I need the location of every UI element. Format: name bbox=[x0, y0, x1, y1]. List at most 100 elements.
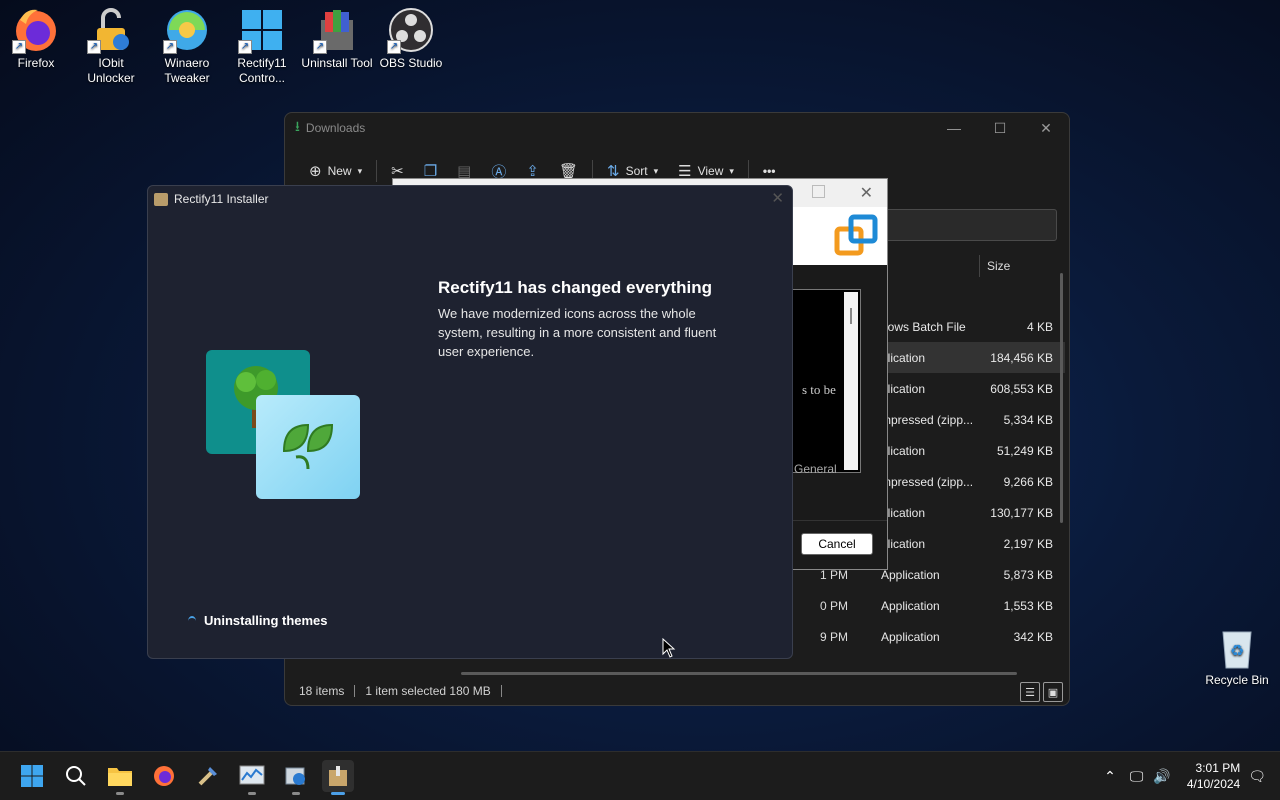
taskbar: ⌃ 🖵 🔊 3:01 PM 4/10/2024 🗨 bbox=[0, 751, 1280, 800]
network-icon[interactable]: 🖵 bbox=[1130, 768, 1144, 785]
file-type: dows Batch File bbox=[881, 320, 966, 334]
file-date: 0 PM bbox=[820, 599, 849, 613]
installer-window[interactable]: Rectify11 Installer ✕ Rectify11 has chan… bbox=[147, 185, 793, 659]
file-size: 608,553 KB bbox=[990, 382, 1053, 396]
clock[interactable]: 3:01 PM 4/10/2024 bbox=[1187, 760, 1240, 792]
taskbar-resource-monitor[interactable] bbox=[236, 760, 268, 795]
file-size: 9,266 KB bbox=[1003, 475, 1053, 489]
spinner-icon bbox=[188, 615, 196, 626]
column-header: e Size bbox=[875, 253, 1055, 277]
file-type: Application bbox=[881, 599, 940, 613]
file-size: 5,873 KB bbox=[1003, 568, 1053, 582]
installer-description: We have modernized icons across the whol… bbox=[438, 306, 717, 359]
desktop-icon-iobit-unlocker[interactable]: ↗ IObit Unlocker bbox=[75, 0, 147, 86]
file-date: 9 PM bbox=[820, 630, 849, 644]
desktop-icon-label: IObit Unlocker bbox=[87, 56, 135, 85]
windows-start-icon bbox=[21, 765, 43, 787]
desktop-icon-recycle-bin[interactable]: ♻ Recycle Bin bbox=[1204, 626, 1270, 687]
monitor-chart-icon bbox=[239, 765, 265, 785]
file-size: 130,177 KB bbox=[990, 506, 1053, 520]
desktop-icon-label: Recycle Bin bbox=[1205, 673, 1269, 687]
maximize-button[interactable] bbox=[812, 185, 825, 198]
close-button[interactable]: ✕ bbox=[1023, 113, 1069, 143]
search-icon bbox=[66, 766, 86, 786]
uninstall-tool-icon: ↗ bbox=[313, 6, 361, 54]
details-view-button[interactable]: ☰ bbox=[1020, 682, 1040, 702]
desktop-icon-obs-studio[interactable]: ↗ OBS Studio bbox=[375, 0, 447, 71]
file-type: Application bbox=[881, 568, 940, 582]
chevron-down-icon: ▾ bbox=[729, 165, 734, 176]
unlock-icon: ↗ bbox=[87, 6, 135, 54]
close-button[interactable]: ✕ bbox=[771, 189, 784, 207]
plus-circle-icon: ⊕ bbox=[309, 163, 322, 180]
app-logo-icon bbox=[834, 214, 878, 256]
volume-icon[interactable]: 🔊 bbox=[1153, 768, 1170, 785]
mouse-cursor-icon bbox=[662, 638, 676, 658]
firefox-icon bbox=[154, 766, 174, 786]
item-count: 18 items bbox=[299, 684, 345, 698]
winaero-icon: ↗ bbox=[163, 6, 211, 54]
installer-title: Rectify11 Installer bbox=[174, 192, 269, 206]
horizontal-scrollbar[interactable] bbox=[461, 672, 1017, 675]
file-size: 51,249 KB bbox=[996, 444, 1053, 458]
setup-icon bbox=[285, 767, 305, 785]
file-type: mpressed (zipp... bbox=[881, 475, 974, 489]
firefox-icon: ↗ bbox=[12, 6, 60, 54]
file-type: Application bbox=[881, 630, 940, 644]
leaf-icon bbox=[282, 423, 334, 470]
vertical-scrollbar[interactable] bbox=[1060, 273, 1063, 523]
cancel-button[interactable]: Cancel bbox=[801, 533, 873, 555]
explorer-title: Downloads bbox=[305, 121, 366, 135]
desktop-icon-rectify11-control[interactable]: ↗ Rectify11 Contro... bbox=[226, 0, 298, 86]
start-button[interactable] bbox=[16, 760, 48, 792]
file-size: 4 KB bbox=[1026, 320, 1053, 334]
notifications-icon[interactable]: 🗨 bbox=[1248, 768, 1266, 785]
file-type: mpressed (zipp... bbox=[881, 413, 974, 427]
file-size: 342 KB bbox=[1013, 630, 1053, 644]
file-size: 2,197 KB bbox=[1003, 537, 1053, 551]
progress-status: Uninstalling themes bbox=[188, 613, 328, 628]
taskbar-rectify11-installer[interactable] bbox=[322, 760, 354, 795]
license-textbox[interactable]: s to be General bbox=[791, 289, 861, 476]
chevron-down-icon: ▾ bbox=[653, 165, 659, 176]
column-size[interactable]: Size bbox=[987, 259, 1010, 273]
system-tray: ⌃ 🖵 🔊 3:01 PM 4/10/2024 🗨 bbox=[1104, 752, 1280, 800]
installer-package-icon bbox=[329, 766, 347, 786]
folder-icon bbox=[108, 768, 132, 786]
status-bar: 18 items 1 item selected 180 MB bbox=[299, 681, 502, 701]
recycle-bin-icon: ♻ bbox=[1222, 631, 1252, 669]
taskbar-setup[interactable] bbox=[280, 760, 312, 795]
installer-heading: Rectify11 has changed everything bbox=[438, 278, 712, 297]
textbox-scrollbar[interactable] bbox=[844, 292, 858, 470]
maximize-button[interactable]: ☐ bbox=[977, 113, 1023, 143]
new-icon-tile bbox=[256, 395, 360, 499]
close-button[interactable]: ✕ bbox=[860, 183, 873, 203]
taskbar-file-explorer[interactable] bbox=[104, 760, 136, 795]
minimize-button[interactable]: — bbox=[931, 113, 977, 143]
desktop-icon-label: Firefox bbox=[17, 56, 55, 70]
desktop-icon-winaero-tweaker[interactable]: ↗ Winaero Tweaker bbox=[151, 0, 223, 86]
search-button[interactable] bbox=[60, 760, 92, 792]
svg-text:♻: ♻ bbox=[1230, 641, 1244, 660]
desktop-icon-uninstall-tool[interactable]: ↗ Uninstall Tool bbox=[301, 0, 373, 71]
desktop-icon-label: Rectify11 Contro... bbox=[237, 56, 287, 85]
file-size: 5,334 KB bbox=[1003, 413, 1053, 427]
tiles-view-button[interactable]: ▣ bbox=[1043, 682, 1063, 702]
desktop-icon-label: Uninstall Tool bbox=[301, 56, 373, 70]
taskbar-firefox[interactable] bbox=[148, 760, 180, 792]
search-box[interactable] bbox=[885, 209, 1057, 241]
installer-titlebar[interactable]: Rectify11 Installer bbox=[148, 186, 792, 212]
obs-icon: ↗ bbox=[387, 6, 435, 54]
taskbar-tool[interactable] bbox=[192, 760, 224, 792]
tool-icon bbox=[198, 767, 217, 786]
file-date: 1 PM bbox=[820, 568, 849, 582]
desktop-icon-label: Winaero Tweaker bbox=[164, 56, 210, 85]
file-size: 1,553 KB bbox=[1003, 599, 1053, 613]
desktop-icon-firefox[interactable]: ↗ Firefox bbox=[0, 0, 72, 71]
selection-info: 1 item selected 180 MB bbox=[365, 684, 491, 698]
show-hidden-icons-button[interactable]: ⌃ bbox=[1104, 768, 1116, 785]
windows-control-icon: ↗ bbox=[238, 6, 286, 54]
desktop-icon-label: OBS Studio bbox=[379, 56, 443, 70]
chevron-down-icon: ▾ bbox=[357, 165, 363, 176]
new-button[interactable]: ⊕ New ▾ bbox=[299, 157, 372, 185]
